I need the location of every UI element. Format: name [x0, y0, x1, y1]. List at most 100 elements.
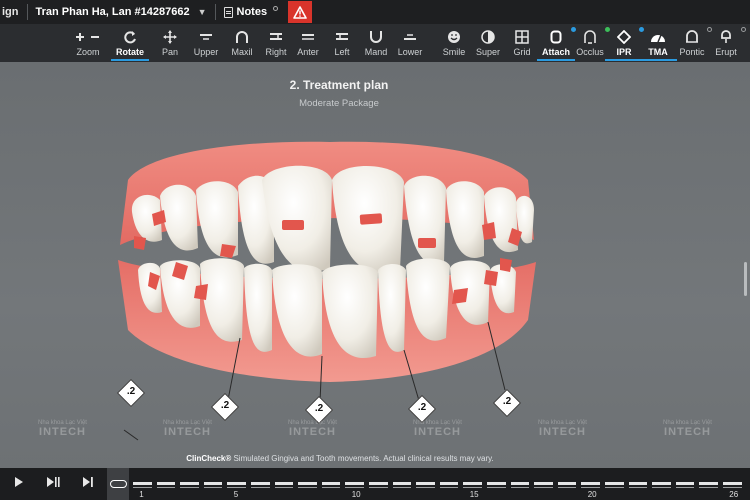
tool-label: Occlus [576, 47, 604, 57]
stage-tick[interactable] [628, 482, 648, 485]
stage-subtick [392, 487, 412, 488]
stage-tick[interactable] [321, 482, 341, 485]
stage-tick[interactable] [369, 482, 388, 485]
current-stage-marker[interactable] [107, 468, 129, 500]
stage-tick[interactable] [699, 482, 718, 485]
stage-subtick [133, 487, 152, 488]
stage-subtick [723, 487, 742, 488]
divider [26, 4, 28, 20]
stage-subtick [605, 487, 624, 488]
stage-subtick [298, 487, 317, 488]
patient-name[interactable]: Tran Phan Ha, Lan #14287662 [36, 6, 190, 18]
dental-model-render[interactable] [0, 62, 750, 468]
stage-tick[interactable] [251, 482, 270, 485]
stage-subtick [274, 487, 294, 488]
ipr-marker: .2 [492, 388, 522, 418]
stage-tick[interactable] [180, 482, 199, 485]
tool-smile-button[interactable]: Smile [438, 24, 470, 62]
stage-subtick [180, 487, 199, 488]
stage-number-label: 20 [587, 490, 597, 499]
stage-tick[interactable] [463, 482, 482, 485]
stage-subtick [510, 487, 530, 488]
stage-tick[interactable] [534, 482, 553, 485]
tool-attach-button[interactable]: Attach [537, 24, 576, 62]
tool-label: Lower [397, 47, 423, 57]
stage-tick[interactable] [723, 482, 742, 485]
tool-label: Zoom [76, 47, 100, 57]
tool-label: IPR [616, 47, 632, 57]
lower-jaw-icon [403, 27, 417, 47]
stage-number-label: 1 [139, 490, 144, 499]
stage-track[interactable]: 1 5 10 15 20 26 [107, 468, 750, 500]
tool-right-button[interactable]: Right [260, 24, 292, 62]
stage-tick[interactable] [133, 482, 152, 485]
stage-tick[interactable] [392, 482, 412, 485]
stage-tick[interactable] [605, 482, 624, 485]
stage-subtick [227, 487, 246, 488]
tool-ipr-button[interactable]: IPR [605, 24, 644, 62]
stage-subtick [557, 487, 577, 488]
tool-grid-button[interactable]: Grid [506, 24, 538, 62]
tool-pontic-button[interactable]: Pontic [676, 24, 712, 62]
stage-tick[interactable] [274, 482, 294, 485]
tool-label: Erupt [715, 47, 737, 57]
side-scroll-handle[interactable] [744, 262, 747, 296]
tool-pan-button[interactable]: Pan [154, 24, 186, 62]
eruption-icon [719, 27, 733, 47]
tool-label: Pan [161, 47, 178, 57]
stage-tick[interactable] [581, 482, 600, 485]
stage-tick[interactable] [298, 482, 317, 485]
stage-subtick [534, 487, 553, 488]
stage-number-label: 10 [351, 490, 361, 499]
stage-tick[interactable] [203, 482, 223, 485]
stage-tick[interactable] [416, 482, 435, 485]
grid-icon [515, 27, 529, 47]
stage-subtick [439, 487, 459, 488]
notes-button[interactable]: Notes [223, 5, 279, 18]
rotate-icon [123, 27, 137, 47]
left-view-icon [335, 27, 349, 47]
title-bar: ign Tran Phan Ha, Lan #14287662 ▼ Notes [0, 0, 750, 24]
stage-tick[interactable] [439, 482, 459, 485]
attachment-icon [550, 27, 562, 47]
chevron-down-icon[interactable]: ▼ [198, 7, 207, 17]
tool-left-button[interactable]: Left [326, 24, 358, 62]
stage-tick[interactable] [156, 482, 176, 485]
tool-anter-button[interactable]: Anter [292, 24, 324, 62]
tool-zoom-button[interactable]: Zoom [72, 24, 104, 62]
view-toolbar: Zoom Rotate Pan Upper Maxil Right Anter Left Man… [0, 24, 750, 62]
step-forward-icon[interactable] [46, 476, 60, 491]
tool-occlus-button[interactable]: Occlus [574, 24, 610, 62]
warning-button[interactable] [288, 1, 313, 23]
tool-mand-button[interactable]: Mand [360, 24, 392, 62]
disclaimer-brand: ClinCheck® [186, 454, 232, 463]
stage-tick[interactable] [652, 482, 671, 485]
stage-subtick [675, 487, 695, 488]
stage-subtick [156, 487, 176, 488]
tool-maxil-button[interactable]: Maxil [226, 24, 258, 62]
notes-label: Notes [236, 6, 268, 18]
tool-rotate-button[interactable]: Rotate [111, 24, 149, 62]
maxillary-arch-icon [235, 27, 249, 47]
tool-upper-button[interactable]: Upper [190, 24, 222, 62]
skip-to-end-icon[interactable] [82, 476, 94, 491]
pontic-icon [685, 27, 699, 47]
stage-tick[interactable] [675, 482, 695, 485]
play-icon[interactable] [14, 476, 24, 491]
stage-slider-handle[interactable] [110, 480, 127, 488]
pan-arrows-icon [163, 27, 177, 47]
stage-tick[interactable] [345, 482, 364, 485]
stage-subtick [487, 487, 506, 488]
3d-viewport[interactable]: 2. Treatment plan Moderate Package .2 .2… [0, 62, 750, 468]
anterior-view-icon [301, 27, 315, 47]
stage-tick[interactable] [510, 482, 530, 485]
stage-tick[interactable] [487, 482, 506, 485]
stage-tick[interactable] [227, 482, 246, 485]
stage-tick[interactable] [557, 482, 577, 485]
tool-super-button[interactable]: Super [472, 24, 504, 62]
stage-number-label: 15 [469, 490, 479, 499]
stage-subtick [251, 487, 270, 488]
tool-erupt-button[interactable]: Erupt [710, 24, 746, 62]
tool-tma-button[interactable]: TMA [639, 24, 677, 62]
tool-lower-button[interactable]: Lower [394, 24, 426, 62]
